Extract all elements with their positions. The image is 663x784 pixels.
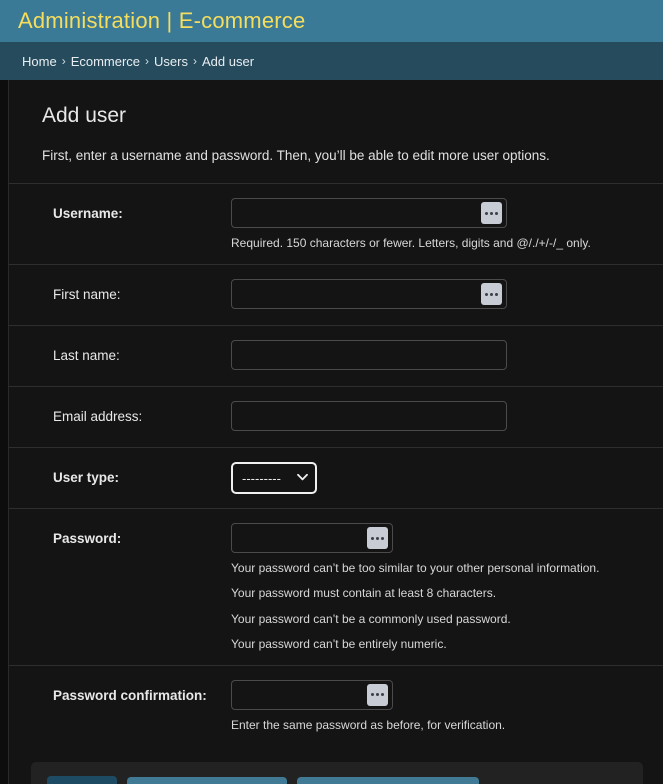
label-email-address: Email address: bbox=[53, 409, 143, 425]
user-type-select[interactable]: --------- bbox=[231, 462, 317, 495]
breadcrumb: Home › Ecommerce › Users › Add user bbox=[0, 42, 663, 80]
site-title: Administration | E-commerce bbox=[18, 8, 306, 33]
label-username: Username: bbox=[53, 206, 123, 221]
form-row-password: Password: Your password can’t be too sim… bbox=[9, 508, 663, 665]
email-address-input[interactable] bbox=[231, 401, 507, 432]
autofill-dots-icon[interactable] bbox=[367, 527, 388, 550]
site-header: Administration | E-commerce bbox=[0, 0, 663, 42]
email-input-shell bbox=[231, 401, 507, 432]
help-password-common: Your password can’t be a commonly used p… bbox=[231, 611, 511, 626]
submit-row: SAVE Save and add another Save and conti… bbox=[31, 762, 643, 784]
form-row-username: Username: Required. 150 characters or fe… bbox=[9, 183, 663, 264]
help-password-length: Your password must contain at least 8 ch… bbox=[231, 586, 497, 601]
main-content: Add user First, enter a username and pas… bbox=[9, 80, 663, 784]
form-intro-text: First, enter a username and password. Th… bbox=[42, 148, 550, 163]
label-password-confirmation: Password confirmation: bbox=[53, 687, 207, 703]
help-password-confirmation: Enter the same password as before, for v… bbox=[231, 717, 506, 732]
breadcrumb-separator-icon: › bbox=[61, 54, 66, 68]
label-password: Password: bbox=[53, 531, 122, 547]
save-and-continue-editing-button[interactable]: Save and continue editing bbox=[297, 776, 479, 784]
username-input-shell bbox=[231, 198, 507, 228]
save-button[interactable]: SAVE bbox=[47, 776, 118, 784]
label-user-type: User type: bbox=[53, 470, 120, 486]
breadcrumb-item-home[interactable]: Home bbox=[22, 54, 57, 69]
label-first-name: First name: bbox=[53, 287, 121, 303]
form-row-email-address: Email address: bbox=[9, 386, 663, 447]
autofill-dots-icon[interactable] bbox=[481, 283, 502, 306]
autofill-dots-icon[interactable] bbox=[481, 202, 502, 224]
last-name-input[interactable] bbox=[231, 340, 507, 371]
breadcrumb-item-add-user: Add user bbox=[202, 53, 255, 69]
form-row-password-confirmation: Password confirmation: Enter the same pa… bbox=[9, 664, 663, 746]
password-input-shell bbox=[231, 523, 393, 554]
last-name-input-shell bbox=[231, 340, 507, 371]
save-and-add-another-button[interactable]: Save and add another bbox=[127, 776, 288, 784]
help-username: Required. 150 characters or fewer. Lette… bbox=[231, 236, 591, 250]
user-type-select-shell: --------- bbox=[231, 462, 317, 495]
first-name-input[interactable] bbox=[231, 279, 507, 310]
add-user-form: Username: Required. 150 characters or fe… bbox=[9, 183, 663, 784]
breadcrumb-separator-icon: › bbox=[145, 54, 150, 68]
password-confirmation-input-shell bbox=[231, 679, 393, 710]
help-password-similar: Your password can’t be too similar to yo… bbox=[231, 561, 600, 576]
page-title: Add user bbox=[42, 104, 127, 127]
first-name-input-shell bbox=[231, 279, 507, 310]
form-row-last-name: Last name: bbox=[9, 325, 663, 386]
help-password-numeric: Your password can’t be entirely numeric. bbox=[231, 636, 447, 651]
label-last-name: Last name: bbox=[53, 348, 120, 364]
breadcrumb-separator-icon: › bbox=[193, 54, 197, 68]
autofill-dots-icon[interactable] bbox=[367, 683, 388, 706]
username-input[interactable] bbox=[231, 198, 507, 228]
left-gutter bbox=[0, 80, 9, 784]
breadcrumb-item-users[interactable]: Users bbox=[154, 54, 188, 69]
page-wrapper: Add user First, enter a username and pas… bbox=[0, 80, 663, 784]
form-row-first-name: First name: bbox=[9, 264, 663, 325]
breadcrumb-item-ecommerce[interactable]: Ecommerce bbox=[71, 54, 140, 69]
form-row-user-type: User type: --------- bbox=[9, 447, 663, 508]
